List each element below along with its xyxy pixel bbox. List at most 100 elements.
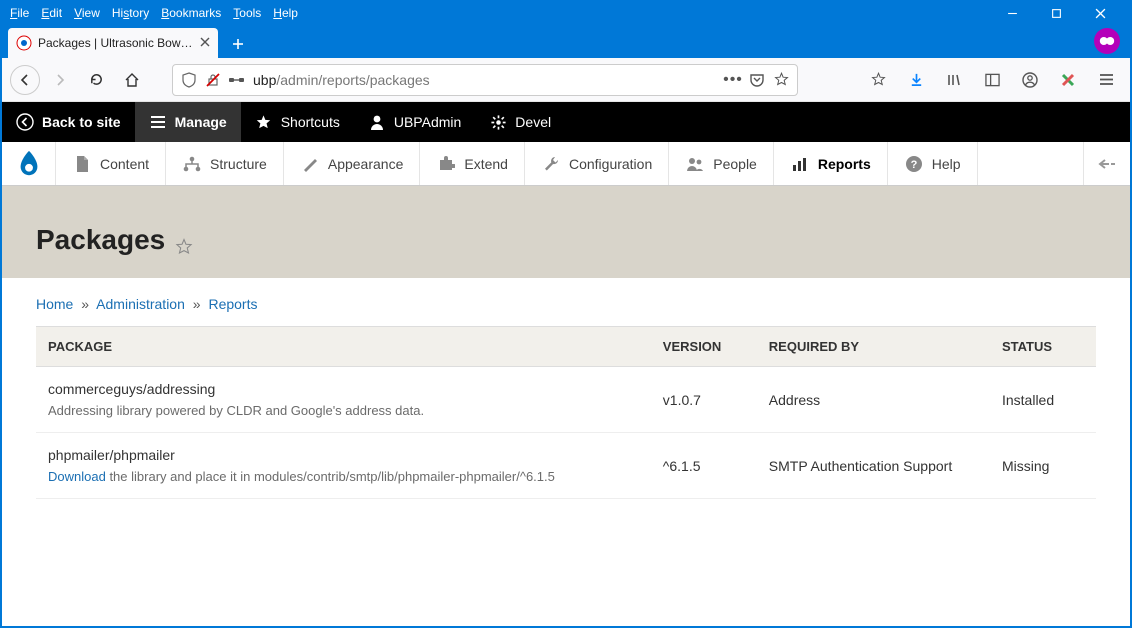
menu-structure[interactable]: Structure [166, 142, 284, 185]
os-menu-edit[interactable]: Edit [41, 6, 62, 20]
breadcrumb: Home » Administration » Reports [36, 296, 1096, 312]
tab-close-button[interactable] [200, 36, 210, 50]
menu-people-label: People [713, 156, 757, 172]
bar-chart-icon [790, 154, 810, 174]
package-status: Missing [990, 433, 1096, 499]
drupal-toolbar: Back to site Manage Shortcuts UBPAdmin D… [2, 102, 1130, 142]
people-icon [685, 154, 705, 174]
menu-content-label: Content [100, 156, 149, 172]
menu-reports[interactable]: Reports [774, 142, 888, 185]
gear-icon [489, 113, 507, 131]
manage-tab[interactable]: Manage [135, 102, 241, 142]
menu-extend-label: Extend [464, 156, 508, 172]
package-version: ^6.1.5 [651, 433, 757, 499]
user-tab[interactable]: UBPAdmin [354, 102, 475, 142]
downloads-icon[interactable] [900, 64, 932, 96]
shield-icon[interactable] [181, 72, 197, 88]
page-title: Packages [36, 224, 1096, 256]
os-menubar: File Edit View History Bookmarks Tools H… [2, 2, 1130, 24]
url-bar[interactable]: ubp/admin/reports/packages ••• [172, 64, 798, 96]
breadcrumb-sep: » [193, 296, 201, 312]
home-button[interactable] [116, 64, 148, 96]
puzzle-icon [436, 154, 456, 174]
menu-content[interactable]: Content [56, 142, 166, 185]
menu-structure-label: Structure [210, 156, 267, 172]
pocket-icon[interactable] [749, 72, 765, 88]
browser-tab-active[interactable]: Packages | Ultrasonic Bowling P [8, 28, 218, 58]
sidebar-icon[interactable] [976, 64, 1008, 96]
arrow-left-circle-icon [16, 113, 34, 131]
package-description: Download the library and place it in mod… [48, 469, 639, 484]
menu-appearance-label: Appearance [328, 156, 404, 172]
hierarchy-icon [182, 154, 202, 174]
package-required-by: SMTP Authentication Support [757, 433, 990, 499]
package-name: commerceguys/addressing [48, 381, 639, 397]
insecure-lock-icon[interactable] [205, 72, 221, 88]
os-menu-tools[interactable]: Tools [233, 6, 261, 20]
back-button[interactable] [10, 65, 40, 95]
user-label: UBPAdmin [394, 114, 461, 130]
col-version: VERSION [651, 327, 757, 367]
bookmark-star-icon[interactable] [773, 72, 789, 88]
menu-appearance[interactable]: Appearance [284, 142, 421, 185]
permissions-icon[interactable] [229, 72, 245, 88]
window-minimize-button[interactable] [990, 2, 1034, 24]
breadcrumb-reports[interactable]: Reports [208, 296, 257, 312]
account-icon[interactable] [1014, 64, 1046, 96]
os-menu-view[interactable]: View [74, 6, 100, 20]
col-package: PACKAGE [36, 327, 651, 367]
package-description: Addressing library powered by CLDR and G… [48, 403, 639, 418]
reload-button[interactable] [80, 64, 112, 96]
app-menu-button[interactable] [1090, 64, 1122, 96]
table-row: commerceguys/addressing Addressing librar… [36, 367, 1096, 433]
library-icon[interactable] [938, 64, 970, 96]
package-version: v1.0.7 [651, 367, 757, 433]
menu-configuration-label: Configuration [569, 156, 652, 172]
menu-reports-label: Reports [818, 156, 871, 172]
package-status: Installed [990, 367, 1096, 433]
page-header: Packages [2, 186, 1130, 278]
orientation-toggle[interactable] [1083, 142, 1130, 185]
star-icon [255, 113, 273, 131]
breadcrumb-home[interactable]: Home [36, 296, 73, 312]
browser-tabstrip: Packages | Ultrasonic Bowling P [2, 24, 1130, 58]
menu-configuration[interactable]: Configuration [525, 142, 669, 185]
window-close-button[interactable] [1078, 2, 1122, 24]
browser-tab-title: Packages | Ultrasonic Bowling P [38, 36, 194, 50]
favicon-icon [16, 35, 32, 51]
paintbrush-icon [300, 154, 320, 174]
extension-icon[interactable] [1052, 64, 1084, 96]
drupal-logo-icon[interactable] [2, 142, 56, 185]
package-required-by: Address [757, 367, 990, 433]
page-title-text: Packages [36, 224, 165, 256]
menu-extend[interactable]: Extend [420, 142, 525, 185]
add-shortcut-star-icon[interactable] [175, 231, 193, 249]
menu-help-label: Help [932, 156, 961, 172]
url-text: ubp/admin/reports/packages [253, 72, 717, 88]
os-menu-history[interactable]: History [112, 6, 149, 20]
private-browsing-icon [1094, 28, 1120, 54]
menu-people[interactable]: People [669, 142, 774, 185]
back-to-site-button[interactable]: Back to site [2, 102, 135, 142]
page-actions-icon[interactable]: ••• [725, 72, 741, 88]
window-maximize-button[interactable] [1034, 2, 1078, 24]
manage-label: Manage [175, 114, 227, 130]
download-link[interactable]: Download [48, 469, 106, 484]
table-row: phpmailer/phpmailerDownload the library … [36, 433, 1096, 499]
os-menu-help[interactable]: Help [273, 6, 298, 20]
bookmark-star-toolbar-icon[interactable] [862, 64, 894, 96]
menu-help[interactable]: ? Help [888, 142, 978, 185]
wrench-icon [541, 154, 561, 174]
devel-tab[interactable]: Devel [475, 102, 565, 142]
devel-label: Devel [515, 114, 551, 130]
browser-toolbar: ubp/admin/reports/packages ••• [2, 58, 1130, 102]
os-menu-bookmarks[interactable]: Bookmarks [161, 6, 221, 20]
new-tab-button[interactable] [224, 30, 252, 58]
os-menu-file[interactable]: File [10, 6, 29, 20]
col-required-by: REQUIRED BY [757, 327, 990, 367]
breadcrumb-administration[interactable]: Administration [96, 296, 185, 312]
col-status: STATUS [990, 327, 1096, 367]
shortcuts-tab[interactable]: Shortcuts [241, 102, 354, 142]
forward-button[interactable] [44, 64, 76, 96]
svg-text:?: ? [910, 159, 917, 171]
